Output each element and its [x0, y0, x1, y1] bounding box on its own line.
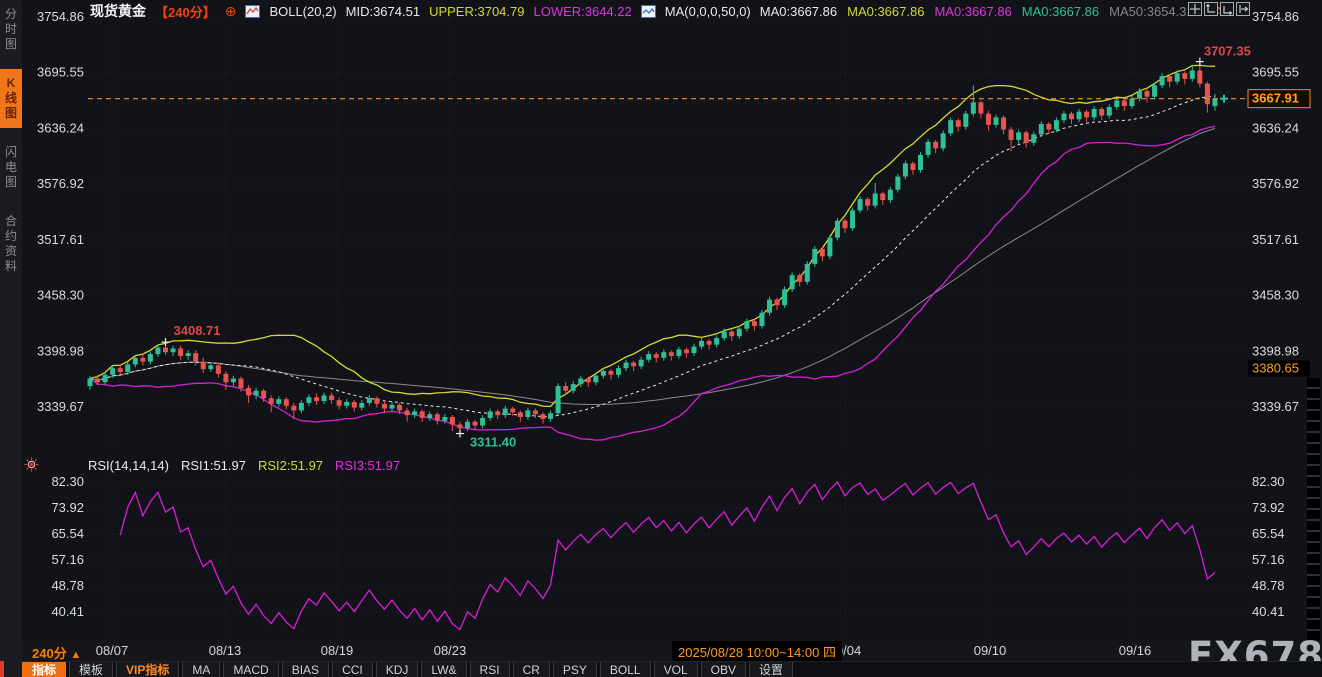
boll-label: BOLL(20,2)	[269, 4, 336, 19]
period-selector[interactable]: 240分 ▲	[32, 643, 81, 662]
scroll-right-icon[interactable]	[1236, 2, 1250, 16]
svg-text:3380.65: 3380.65	[1252, 361, 1299, 376]
sidebar: 分 时 图 K 线 图闪 电 图合 约 资 料	[0, 0, 22, 677]
chart-app: 分 时 图 K 线 图闪 电 图合 约 资 料 现货黄金 【240分】 ⊕ BOL…	[0, 0, 1322, 677]
sidebar-tab-3[interactable]: 闪 电 图	[0, 138, 22, 197]
boll-mid-value: MID:3674.51	[346, 4, 420, 19]
period-badge[interactable]: 【240分】	[155, 2, 216, 21]
period-selector-label: 240分	[32, 646, 67, 661]
crosshair-tooltip: 2025/08/28 10:00~14:00 四	[672, 641, 842, 662]
svg-text:3695.55: 3695.55	[1252, 65, 1299, 80]
indicator-button-MA[interactable]: MA	[182, 662, 220, 677]
symbol-name: 现货黄金	[90, 1, 146, 21]
indicator-button-指标[interactable]: 指标	[22, 662, 66, 677]
svg-text:57.16: 57.16	[1252, 552, 1285, 567]
indicator-button-模板[interactable]: 模板	[69, 662, 113, 677]
chart-header: 现货黄金 【240分】 ⊕ BOLL(20,2) MID:3674.51 UPP…	[90, 0, 1223, 22]
x-axis-date-6: 09/10	[974, 643, 1007, 658]
svg-text:3517.61: 3517.61	[37, 232, 84, 247]
ma-value-2: MA0:3667.86	[847, 4, 924, 19]
svg-text:3458.30: 3458.30	[1252, 288, 1299, 303]
period-up-arrow-icon: ▲	[70, 649, 81, 661]
svg-text:3339.67: 3339.67	[37, 399, 84, 414]
svg-text:3667.91: 3667.91	[1252, 91, 1299, 106]
x-axis-date-1: 08/07	[96, 643, 129, 658]
boll-chart-icon[interactable]	[245, 5, 260, 18]
ma-value-4: MA0:3667.86	[1022, 4, 1099, 19]
svg-text:3636.24: 3636.24	[1252, 120, 1299, 135]
svg-text:82.30: 82.30	[1252, 474, 1285, 489]
indicator-button-RSI[interactable]: RSI	[470, 662, 510, 677]
indicator-button-OBV[interactable]: OBV	[701, 662, 746, 677]
svg-text:3576.92: 3576.92	[1252, 176, 1299, 191]
ma-chart-icon[interactable]	[641, 5, 656, 18]
candlestick-chart[interactable]: 3667.91 3380.65 3408.71 3311.40 3707.35 3754.…	[0, 0, 1322, 677]
svg-text:73.92: 73.92	[51, 500, 84, 515]
svg-text:73.92: 73.92	[1252, 500, 1285, 515]
sidebar-bottom-accent	[0, 661, 4, 677]
indicator-button-VOL[interactable]: VOL	[654, 662, 698, 677]
svg-text:3398.98: 3398.98	[37, 343, 84, 358]
boll-lower-value: LOWER:3644.22	[533, 4, 631, 19]
svg-text:3398.98: 3398.98	[1252, 343, 1299, 358]
indicator-button-VIP指标[interactable]: VIP指标	[116, 662, 179, 677]
rsi-value-1: RSI1:51.97	[181, 458, 246, 473]
svg-text:3458.30: 3458.30	[37, 288, 84, 303]
x-axis-date-7: 09/16	[1119, 643, 1152, 658]
rsi-value-3: RSI3:51.97	[335, 458, 400, 473]
ma-value-5: MA50:3654.31	[1109, 4, 1194, 19]
svg-text:3754.86: 3754.86	[1252, 9, 1299, 24]
svg-text:65.54: 65.54	[1252, 526, 1285, 541]
svg-text:48.78: 48.78	[51, 578, 84, 593]
svg-text:3695.55: 3695.55	[37, 65, 84, 80]
svg-text:3576.92: 3576.92	[37, 176, 84, 191]
rsi-params-label: RSI(14,14,14)	[88, 458, 169, 473]
right-scroll-grip[interactable]	[1307, 378, 1320, 660]
indicator-button-KDJ[interactable]: KDJ	[376, 662, 419, 677]
sidebar-tab-1[interactable]: 分 时 图	[0, 0, 22, 59]
ma-values-group: MA0:3667.86 MA0:3667.86 MA0:3667.86 MA0:366…	[760, 4, 1223, 19]
fit-y-axis-icon[interactable]	[1204, 2, 1218, 16]
svg-text:57.16: 57.16	[51, 552, 84, 567]
svg-text:3339.67: 3339.67	[1252, 399, 1299, 414]
x-axis-date-3: 08/19	[321, 643, 354, 658]
ma-params-label: MA(0,0,0,50,0)	[665, 4, 751, 19]
svg-text:48.78: 48.78	[1252, 578, 1285, 593]
indicator-button-BIAS[interactable]: BIAS	[282, 662, 329, 677]
boll-upper-value: UPPER:3704.79	[429, 4, 524, 19]
target-icon[interactable]: ⊕	[225, 3, 237, 20]
svg-text:40.41: 40.41	[51, 604, 84, 619]
indicator-button-CCI[interactable]: CCI	[332, 662, 373, 677]
x-axis-date-2: 08/13	[209, 643, 242, 658]
rsi-value-2: RSI2:51.97	[258, 458, 323, 473]
svg-text:3636.24: 3636.24	[37, 120, 84, 135]
indicator-button-LW&[interactable]: LW&	[421, 662, 466, 677]
x-axis-date-4: 08/23	[434, 643, 467, 658]
indicator-button-设置[interactable]: 设置	[749, 662, 793, 677]
svg-text:3707.35: 3707.35	[1204, 44, 1251, 59]
svg-text:82.30: 82.30	[51, 474, 84, 489]
svg-text:3517.61: 3517.61	[1252, 232, 1299, 247]
svg-text:3408.71: 3408.71	[174, 323, 221, 338]
time-axis-row: 240分 ▲ 2025/08/28 10:00~14:00 四 FX678 08…	[22, 640, 1322, 661]
svg-text:3311.40: 3311.40	[470, 435, 516, 450]
svg-text:65.54: 65.54	[51, 526, 84, 541]
fit-x-axis-icon[interactable]	[1220, 2, 1234, 16]
sidebar-tab-2[interactable]: K 线 图	[0, 69, 22, 128]
ma-value-3: MA0:3667.86	[934, 4, 1011, 19]
crosshair-icon[interactable]	[1188, 2, 1202, 16]
indicator-button-MACD[interactable]: MACD	[223, 662, 278, 677]
beacon-icon[interactable]	[24, 457, 39, 477]
axis-toolbar	[1188, 2, 1250, 16]
svg-text:3754.86: 3754.86	[37, 9, 84, 24]
indicator-button-PSY[interactable]: PSY	[553, 662, 597, 677]
indicator-button-BOLL[interactable]: BOLL	[600, 662, 651, 677]
indicator-button-CR[interactable]: CR	[513, 662, 550, 677]
ma-value-1: MA0:3667.86	[760, 4, 837, 19]
rsi-header: RSI(14,14,14) RSI1:51.97 RSI2:51.97 RSI3:5…	[88, 458, 400, 473]
sidebar-tab-4[interactable]: 合 约 资 料	[0, 207, 22, 281]
indicator-toolbar: 指标模板VIP指标MAMACD BIASCCIKDJLW&RSICRPSYBOLL…	[22, 661, 1322, 677]
svg-text:40.41: 40.41	[1252, 604, 1285, 619]
